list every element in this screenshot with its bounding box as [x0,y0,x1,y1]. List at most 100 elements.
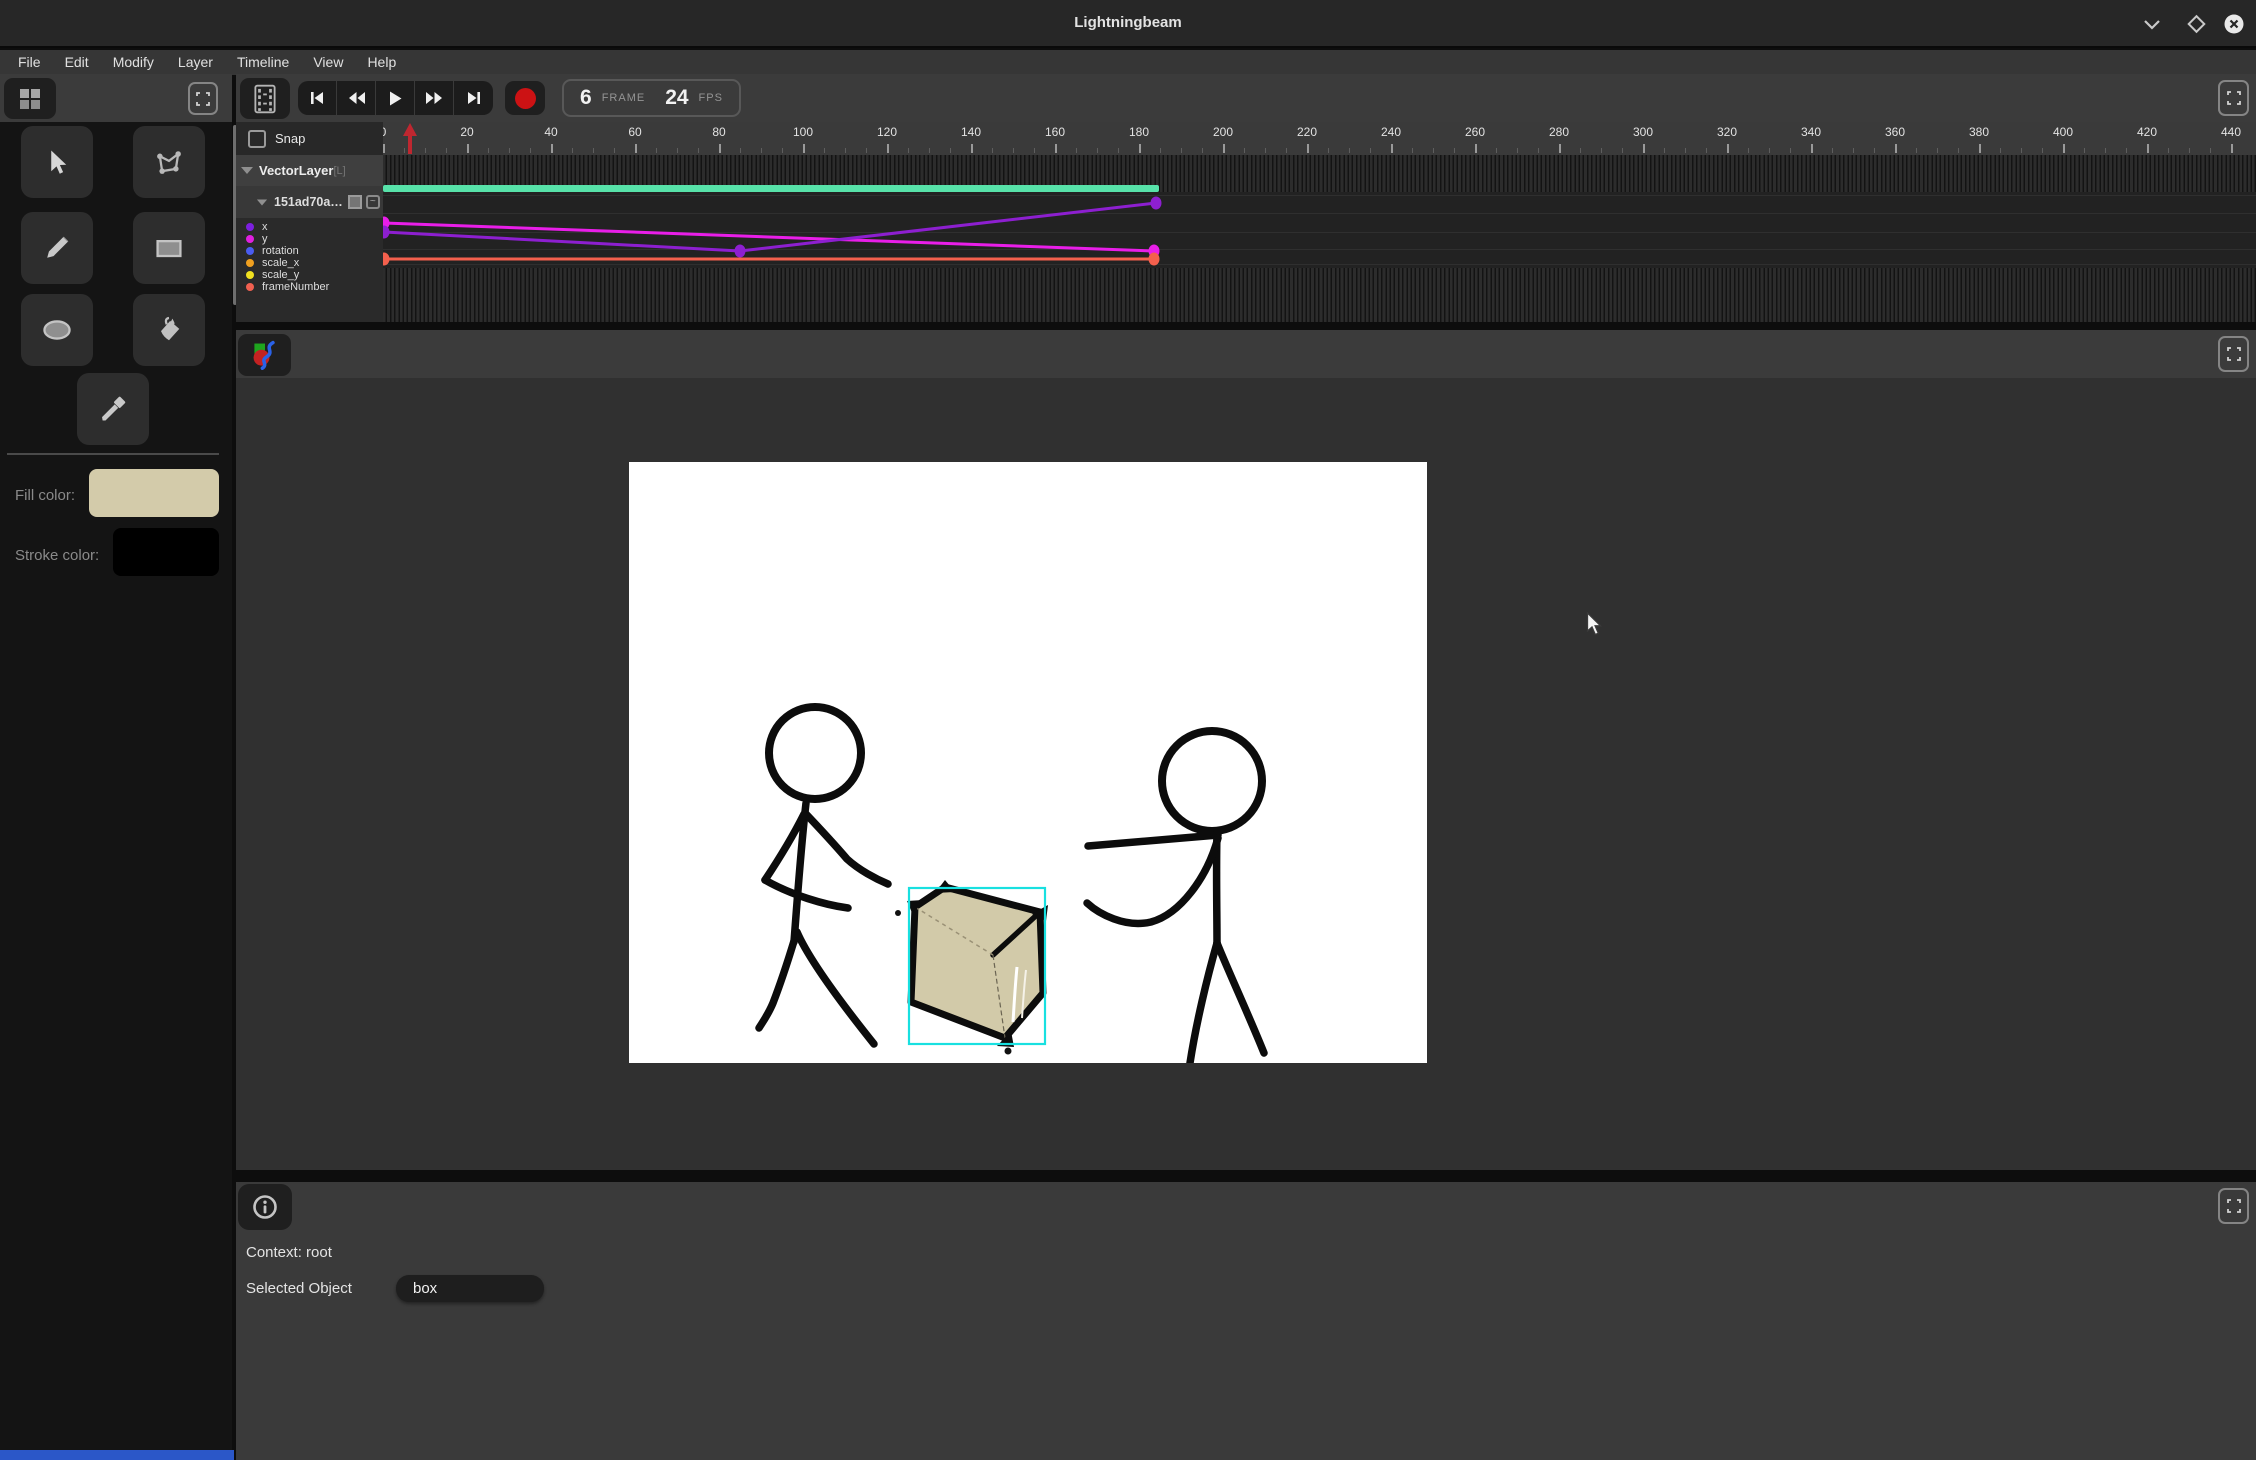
menu-modify[interactable]: Modify [101,50,166,75]
stroke-color-swatch[interactable] [113,528,219,576]
ruler-tick [866,148,867,153]
ruler-tick [2231,144,2233,153]
snap-label: Snap [275,131,305,146]
frameNumber-curve-keyframe-dot[interactable] [383,253,390,266]
layer-row-vectorlayer[interactable]: VectorLayer [L] [236,155,383,186]
ruler-label: 340 [1791,125,1831,139]
collapse-arrow-icon[interactable] [241,167,253,174]
ruler-tick [971,144,973,153]
panel-grid-button[interactable] [4,78,56,119]
play-button[interactable] [376,81,415,115]
animation-curves[interactable] [383,155,2256,322]
fast-forward-button[interactable] [415,81,454,115]
ruler-tick [1664,148,1665,153]
ruler-tick [908,148,909,153]
tool-select-button[interactable] [21,126,93,198]
toolbox-expand-button[interactable] [188,82,218,115]
ruler-tick [1391,144,1393,153]
frame-ruler[interactable]: 0204060801001201401601802002202402602803… [383,122,2256,155]
selected-object-field[interactable]: box [396,1275,544,1302]
ruler-tick [1727,144,1729,153]
menu-layer[interactable]: Layer [166,50,225,75]
transform-icon [153,146,185,178]
rewind-icon [347,90,366,106]
property-name: x [262,221,268,233]
collapse-arrow-icon[interactable] [257,199,267,205]
ruler-tick [1139,144,1141,153]
record-button[interactable] [505,81,545,115]
ruler-label: 240 [1371,125,1411,139]
property-row-scale_y[interactable]: scale_y [246,269,299,281]
rewind-button[interactable] [337,81,376,115]
ruler-tick [1895,144,1897,153]
snap-checkbox[interactable] [248,130,266,148]
timeline-expand-button[interactable] [2218,80,2249,116]
menu-timeline[interactable]: Timeline [225,50,301,75]
ruler-label: 40 [531,125,571,139]
frameNumber-curve-keyframe-dot[interactable] [1149,253,1160,266]
menu-help[interactable]: Help [355,50,408,75]
info-expand-button[interactable] [2218,1188,2249,1224]
x-curve-keyframe-dot[interactable] [735,245,746,258]
property-color-dot [246,271,254,279]
ruler-tick [1916,148,1917,153]
ruler-tick [1643,144,1645,153]
property-row-y[interactable]: y [246,233,268,245]
menu-edit[interactable]: Edit [53,50,101,75]
ruler-tick [677,148,678,153]
ruler-tick [1790,148,1791,153]
tool-eyedropper-button[interactable] [77,373,149,445]
menu-file[interactable]: File [6,50,53,75]
ruler-tick [1013,148,1014,153]
skip-end-button[interactable] [454,81,493,115]
fast-forward-icon [425,90,444,106]
ruler-tick [1811,144,1813,153]
x-curve-keyframe-dot[interactable] [383,226,390,239]
tool-transform-button[interactable] [133,126,205,198]
property-row-frameNumber[interactable]: frameNumber [246,281,329,293]
ruler-tick [1412,148,1413,153]
tool-bucket-button[interactable] [133,294,205,366]
property-row-x[interactable]: x [246,221,268,233]
ruler-tick [950,148,951,153]
ruler-label: 20 [447,125,487,139]
keyframe-span-bar[interactable] [383,185,1159,192]
ruler-tick [635,144,637,153]
info-icon [252,1194,278,1220]
toolbox-divider [7,453,219,455]
ruler-tick [1475,144,1477,153]
property-row-rotation[interactable]: rotation [246,245,299,257]
layer-curve-toggle[interactable]: ~ [366,195,380,209]
playhead[interactable] [402,123,418,154]
timeline-panel: 6 FRAME 24 FPS Snap 02040608010012014016… [236,74,2256,322]
x-curve-keyframe-dot[interactable] [1151,197,1162,210]
skip-end-icon [465,90,483,106]
property-row-scale_x[interactable]: scale_x [246,257,299,269]
layer-visibility-toggle[interactable] [348,195,362,209]
stage[interactable] [629,462,1427,1063]
maximize-diamond-icon[interactable] [2184,14,2206,34]
context-text: Context: root [246,1244,332,1261]
toolbox-header [0,74,232,122]
minimize-chevron-icon[interactable] [2141,14,2163,34]
window-title: Lightningbeam [0,0,2256,46]
info-button[interactable] [238,1184,292,1230]
ruler-tick [2126,148,2127,153]
tool-rectangle-button[interactable] [133,212,205,284]
tool-ellipse-button[interactable] [21,294,93,366]
canvas-expand-button[interactable] [2218,336,2249,372]
layer-row-sublayer[interactable]: 151ad70a… ~ [236,186,383,218]
tool-pencil-button[interactable] [21,212,93,284]
fill-color-swatch[interactable] [89,469,219,517]
close-icon[interactable] [2223,14,2245,34]
right-stick-figure [1087,731,1264,1063]
ruler-tick [1622,148,1623,153]
film-settings-button[interactable] [240,78,290,119]
property-color-dot [246,235,254,243]
ruler-tick [509,148,510,153]
menu-view[interactable]: View [301,50,355,75]
scene-button[interactable] [238,334,291,376]
fps-value: 24 [665,86,688,110]
skip-start-button[interactable] [298,81,337,115]
ruler-label: 420 [2127,125,2167,139]
